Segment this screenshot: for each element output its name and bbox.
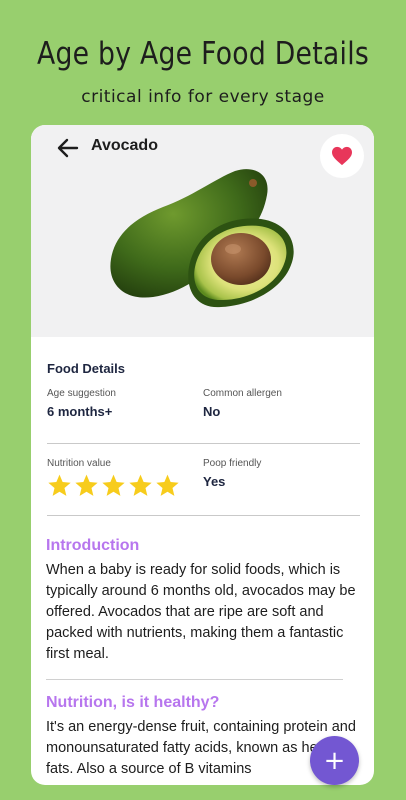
heart-icon bbox=[332, 146, 352, 166]
common-allergen: Common allergen No bbox=[203, 388, 282, 419]
details-row-nutrition-poop: Nutrition value Poop friendly Yes bbox=[47, 458, 360, 516]
poop-friendly-value: Yes bbox=[203, 474, 226, 489]
arrow-left-icon bbox=[57, 138, 79, 158]
food-detail-card: Avocado Food Details Age suggestion 6 mo… bbox=[31, 125, 374, 785]
food-image-header: Avocado bbox=[31, 125, 374, 337]
avocado-image bbox=[110, 169, 294, 308]
poop-friendly-label: Poop friendly bbox=[203, 458, 262, 469]
poop-friendly: Poop friendly Yes bbox=[203, 458, 261, 489]
star-icon bbox=[129, 474, 152, 496]
introduction-text: When a baby is ready for solid foods, wh… bbox=[46, 562, 356, 662]
add-button[interactable]: + bbox=[310, 736, 359, 785]
favorite-button[interactable] bbox=[320, 134, 364, 178]
age-suggestion-label: Age suggestion bbox=[47, 388, 116, 399]
introduction-heading: Introduction bbox=[46, 537, 140, 554]
age-suggestion: Age suggestion 6 months+ bbox=[47, 388, 116, 419]
food-title: Avocado bbox=[91, 137, 158, 154]
food-details-section: Food Details Age suggestion 6 months+ Co… bbox=[47, 361, 360, 516]
star-icon bbox=[48, 474, 71, 496]
nutrition-value-label: Nutrition value bbox=[47, 458, 111, 469]
food-details-heading: Food Details bbox=[47, 361, 126, 376]
common-allergen-label: Common allergen bbox=[203, 388, 282, 399]
details-row-age-allergen: Age suggestion 6 months+ Common allergen… bbox=[47, 388, 360, 444]
nutrition-rating bbox=[47, 473, 180, 498]
star-icon bbox=[156, 474, 179, 496]
promo-subheadline: critical info for every stage bbox=[81, 87, 325, 107]
nutrition-heading: Nutrition, is it healthy? bbox=[46, 694, 220, 711]
star-icon bbox=[102, 474, 125, 496]
common-allergen-value: No bbox=[203, 404, 221, 419]
nutrition-value: Nutrition value bbox=[47, 458, 180, 498]
age-suggestion-value: 6 months+ bbox=[47, 404, 113, 419]
promo-headline: Age by Age Food Details bbox=[36, 36, 370, 72]
star-icon bbox=[75, 474, 98, 496]
article-divider bbox=[46, 679, 343, 680]
back-button[interactable] bbox=[56, 137, 80, 159]
